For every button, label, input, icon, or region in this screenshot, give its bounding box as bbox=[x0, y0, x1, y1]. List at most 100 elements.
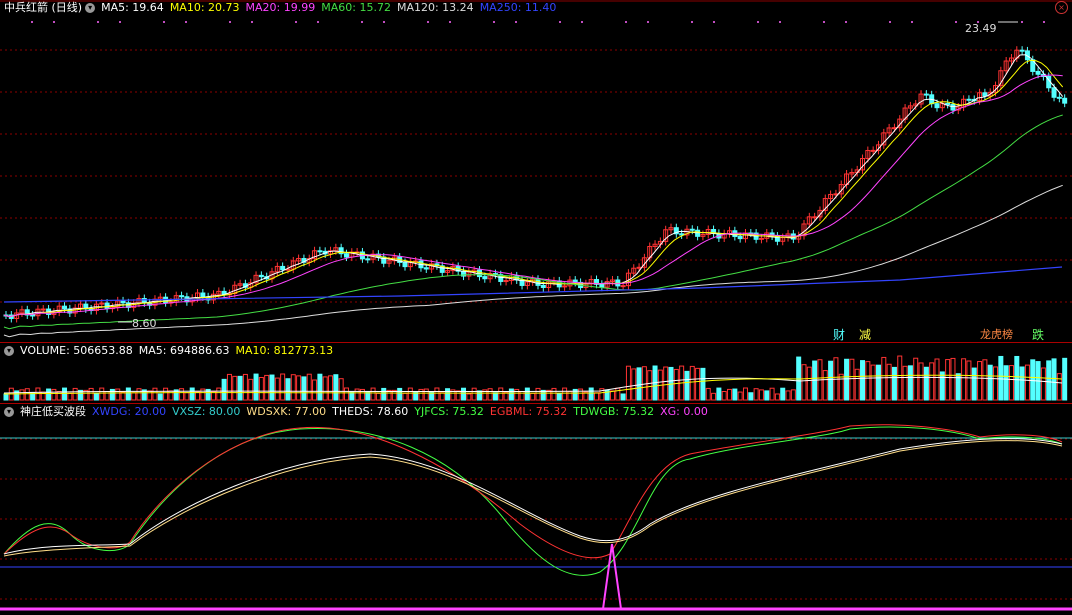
volume-bar bbox=[758, 389, 764, 401]
indicator-chart[interactable] bbox=[0, 404, 1072, 615]
volume-bar bbox=[285, 378, 291, 401]
chevron-down-icon[interactable]: ▾ bbox=[4, 346, 14, 356]
volume-bar bbox=[875, 364, 881, 401]
event-jian[interactable]: 减 bbox=[859, 326, 871, 343]
volume-bar bbox=[838, 373, 844, 401]
volume-bar bbox=[556, 392, 562, 401]
volume-bar bbox=[1003, 365, 1009, 401]
volume-bar bbox=[604, 389, 610, 401]
volume-bar bbox=[822, 370, 828, 401]
volume-panel[interactable]: ▾ VOLUME: 506653.88 MA5: 694886.63 MA10:… bbox=[0, 343, 1072, 403]
volume-bar bbox=[46, 388, 52, 401]
ma10-label: MA10: 20.73 bbox=[169, 1, 240, 14]
signal-dot bbox=[713, 21, 715, 23]
volume-bar bbox=[179, 388, 185, 401]
volume-bar bbox=[1024, 364, 1030, 401]
event-die[interactable]: 跌 bbox=[1032, 326, 1044, 343]
candle-body bbox=[945, 102, 951, 105]
volume-bar bbox=[785, 390, 791, 401]
volume-bar bbox=[157, 393, 163, 401]
candle-body bbox=[689, 228, 695, 231]
volume-bar bbox=[828, 360, 834, 401]
volume-bar bbox=[274, 377, 280, 401]
volume-bar bbox=[125, 387, 131, 401]
close-icon[interactable]: × bbox=[1055, 1, 1068, 14]
volume-bar bbox=[748, 392, 754, 401]
volume-bar bbox=[99, 387, 105, 401]
volume-bar bbox=[264, 374, 270, 401]
candle-body bbox=[695, 229, 701, 237]
volume-bar bbox=[168, 390, 174, 401]
price-chart[interactable] bbox=[0, 0, 1072, 342]
volume-bar bbox=[455, 390, 461, 401]
volume-bar bbox=[870, 364, 876, 401]
volume-bar bbox=[551, 387, 557, 401]
volume-bar bbox=[769, 387, 775, 401]
signal-dot bbox=[625, 21, 627, 23]
candle-body bbox=[365, 258, 371, 261]
event-longhubang[interactable]: 龙虎榜 bbox=[980, 326, 1013, 342]
signal-dot bbox=[31, 21, 33, 23]
signal-dot bbox=[229, 21, 231, 23]
volume-bar bbox=[343, 387, 349, 401]
ma250-label: MA250: 11.40 bbox=[479, 1, 557, 14]
volume-bar bbox=[461, 387, 467, 401]
volume-bar bbox=[306, 373, 312, 401]
volume-bar bbox=[1019, 366, 1025, 401]
volume-bar bbox=[902, 365, 908, 401]
indicator-value: XWDG: 20.00 bbox=[92, 405, 167, 418]
volume-bar bbox=[647, 370, 653, 401]
volume-bar bbox=[1014, 355, 1020, 401]
chevron-down-icon[interactable]: ▾ bbox=[85, 3, 96, 13]
volume-ma10-label: MA10: 812773.13 bbox=[235, 344, 334, 357]
volume-bar bbox=[663, 366, 669, 401]
indicator-panel[interactable]: ▾ 神庄低买波段 XWDG: 20.00 VXSZ: 80.00 WDSXK: 77… bbox=[0, 404, 1072, 615]
volume-bar bbox=[242, 373, 248, 401]
indicator-avg-line bbox=[3, 440, 1063, 557]
volume-bar bbox=[131, 392, 137, 401]
volume-bar bbox=[322, 376, 328, 401]
candle-body bbox=[966, 98, 972, 101]
chevron-down-icon[interactable]: ▾ bbox=[4, 407, 14, 417]
volume-bar bbox=[918, 362, 924, 401]
candle-body bbox=[280, 265, 286, 271]
price-panel[interactable]: 中兵红箭 (日线) ▾ MA5: 19.64 MA10: 20.73 MA20:… bbox=[0, 0, 1072, 342]
volume-bar bbox=[711, 392, 717, 401]
signal-dot bbox=[361, 21, 363, 23]
volume-bar bbox=[237, 375, 243, 401]
candle-body bbox=[317, 250, 323, 253]
event-caitbao[interactable]: 财 bbox=[833, 326, 845, 343]
volume-bar bbox=[115, 388, 121, 401]
volume-bar bbox=[588, 387, 594, 401]
candle-body bbox=[1062, 97, 1068, 104]
signal-dot bbox=[647, 21, 649, 23]
candle-body bbox=[1019, 49, 1025, 52]
volume-header: ▾ VOLUME: 506653.88 MA5: 694886.63 MA10:… bbox=[0, 343, 339, 359]
volume-bar bbox=[508, 388, 514, 401]
volume-bar bbox=[67, 392, 73, 401]
volume-bar bbox=[338, 378, 344, 401]
volume-bar bbox=[136, 388, 142, 401]
volume-bar bbox=[530, 392, 536, 401]
volume-bar bbox=[716, 387, 722, 401]
volume-bar bbox=[200, 388, 206, 401]
volume-bar bbox=[333, 374, 339, 401]
signal-dot bbox=[383, 21, 385, 23]
ma60-label: MA60: 15.72 bbox=[321, 1, 391, 14]
candle-body bbox=[200, 292, 206, 298]
signal-dot bbox=[911, 21, 913, 23]
indicator-value: WDSXK: 77.00 bbox=[246, 405, 327, 418]
ma120-label: MA120: 13.24 bbox=[396, 1, 474, 14]
candle-body bbox=[1056, 96, 1062, 99]
volume-bar bbox=[774, 393, 780, 401]
volume-bar bbox=[1046, 360, 1052, 401]
volume-bar bbox=[471, 387, 477, 401]
volume-bar bbox=[72, 387, 78, 401]
volume-bar bbox=[312, 379, 318, 401]
high-price-label: 23.49 bbox=[965, 22, 997, 35]
volume-bar bbox=[998, 355, 1004, 401]
volume-bar bbox=[248, 378, 254, 401]
signal-dot bbox=[119, 21, 121, 23]
signal-dot bbox=[955, 21, 957, 23]
candle-body bbox=[402, 261, 408, 268]
